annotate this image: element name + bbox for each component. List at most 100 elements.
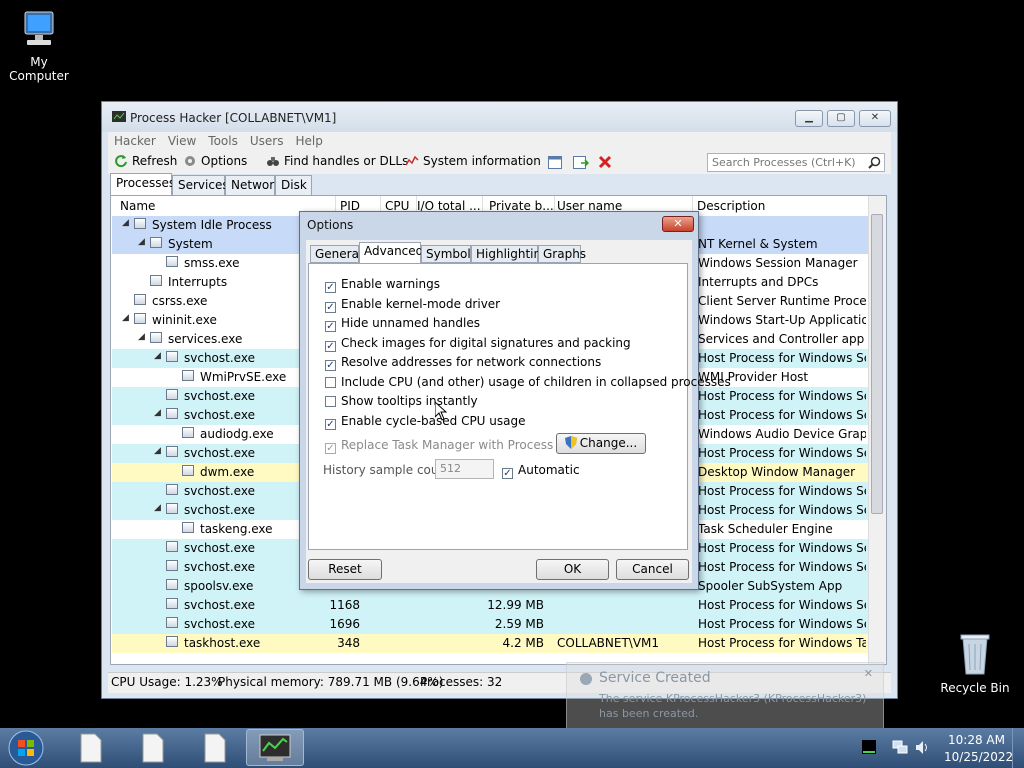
terminate-icon[interactable]	[598, 155, 612, 169]
process-icon	[166, 541, 178, 552]
process-name: svchost.exe	[184, 598, 255, 612]
process-name: taskhost.exe	[184, 636, 261, 650]
automatic-checkbox[interactable]: ✓ Automatic	[502, 463, 580, 479]
option-checkbox[interactable]: Include CPU (and other) usage of childre…	[325, 375, 731, 389]
maximize-button[interactable]: ▢	[827, 110, 855, 127]
dialog-tab-symbols[interactable]: Symbols	[421, 245, 477, 263]
refresh-icon	[115, 155, 127, 168]
desktop-icon-my-computer[interactable]: My Computer	[0, 10, 78, 83]
process-icon	[166, 503, 178, 514]
options-button[interactable]: Options	[183, 154, 247, 168]
service-created-notification[interactable]: Service Created ✕ The service KProcessHa…	[566, 662, 884, 730]
expand-arrow-icon[interactable]: ◢	[154, 351, 161, 361]
process-name: System Idle Process	[152, 218, 272, 232]
menu-tools[interactable]: Tools	[202, 132, 244, 150]
process-icon	[166, 617, 178, 628]
dialog-tab-graphs[interactable]: Graphs	[538, 245, 586, 263]
options-dialog: Options ✕ General Advanced Symbols Highl…	[299, 211, 731, 590]
menu-hacker[interactable]: Hacker	[108, 132, 162, 150]
window-titlebar[interactable]: Process Hacker [COLLABNET\VM1] ▁ ▢ ✕	[102, 102, 897, 132]
dialog-tab-highlighting[interactable]: Highlighting	[471, 245, 549, 263]
window-go-icon[interactable]	[573, 156, 589, 169]
refresh-button[interactable]: Refresh	[114, 154, 177, 168]
change-button[interactable]: Change...	[556, 433, 646, 454]
expand-arrow-icon[interactable]: ◢	[154, 503, 161, 513]
option-checkbox[interactable]: ✓ Enable cycle-based CPU usage	[325, 414, 526, 430]
clock-date[interactable]: 10/25/2022	[944, 750, 1013, 764]
vertical-scrollbar[interactable]	[868, 196, 886, 664]
minimize-button[interactable]: ▁	[795, 110, 823, 127]
history-sample-count-input[interactable]: 512	[435, 459, 494, 479]
menu-users[interactable]: Users	[244, 132, 290, 150]
network-icon[interactable]	[892, 740, 908, 755]
option-checkbox[interactable]: ✓ Check images for digital signatures and…	[325, 336, 631, 352]
option-checkbox[interactable]: ✓ Enable warnings	[325, 277, 440, 293]
status-cpu-usage: CPU Usage: 1.23%	[111, 675, 223, 689]
menu-view[interactable]: View	[162, 132, 202, 150]
desktop-icon-label: My Computer	[9, 55, 69, 83]
option-checkbox[interactable]: ✓ Enable kernel-mode driver	[325, 297, 500, 313]
process-description: Task Scheduler Engine	[698, 522, 833, 536]
process-icon	[150, 237, 162, 248]
taskbar-document-icon[interactable]	[74, 732, 106, 764]
expand-arrow-icon[interactable]: ◢	[122, 218, 129, 228]
table-row[interactable]: svchost.exe 1168 12.99 MB Host Process for …	[112, 596, 869, 615]
process-name: WmiPrvSE.exe	[200, 370, 287, 384]
dialog-close-button[interactable]: ✕	[662, 216, 694, 232]
expand-arrow-icon[interactable]: ◢	[138, 332, 145, 342]
taskbar-process-hacker-button[interactable]	[246, 729, 304, 766]
tab-network[interactable]: Network	[225, 175, 281, 195]
process-name: svchost.exe	[184, 503, 255, 517]
expand-arrow-icon[interactable]: ◢	[122, 313, 129, 323]
find-handles-button[interactable]: Find handles or DLLs	[266, 154, 408, 168]
scroll-thumb[interactable]	[871, 214, 883, 514]
process-description: Desktop Window Manager	[698, 465, 856, 479]
tray-process-hacker-icon[interactable]	[862, 740, 876, 754]
expand-arrow-icon[interactable]: ◢	[154, 446, 161, 456]
table-row[interactable]: taskhost.exe 348 4.2 MB COLLABNET\VM1 Host P…	[112, 634, 869, 653]
tab-processes[interactable]: Processes	[110, 173, 175, 195]
status-process-count: Processes: 32	[420, 675, 503, 689]
cancel-button[interactable]: Cancel	[616, 559, 689, 580]
option-checkbox[interactable]: ✓ Resolve addresses for network connectio…	[325, 355, 601, 371]
toolbar: Refresh Options Find handles or DLLs Sys…	[108, 152, 891, 174]
mouse-cursor-icon	[435, 402, 447, 421]
tab-services[interactable]: Services	[172, 175, 229, 195]
volume-icon[interactable]	[915, 740, 931, 755]
show-desktop-button[interactable]	[1012, 728, 1024, 768]
taskbar-document-icon[interactable]	[198, 732, 230, 764]
table-row[interactable]: svchost.exe 1696 2.59 MB Host Process for W…	[112, 615, 869, 634]
reset-button[interactable]: Reset	[308, 559, 382, 580]
desktop-icon-recycle-bin[interactable]: Recycle Bin	[938, 630, 1012, 695]
process-name: wininit.exe	[152, 313, 217, 327]
process-name: svchost.exe	[184, 351, 255, 365]
ok-button[interactable]: OK	[536, 559, 609, 580]
menu-help[interactable]: Help	[289, 132, 328, 150]
process-description: Windows Start-Up Application	[698, 313, 866, 327]
system-information-button[interactable]: System information	[405, 154, 541, 168]
graph-icon	[405, 155, 419, 166]
process-icon	[166, 484, 178, 495]
process-icon	[166, 579, 178, 590]
clock-time[interactable]: 10:28 AM	[948, 733, 1005, 747]
option-checkbox[interactable]: Show tooltips instantly	[325, 394, 478, 408]
notification-close-icon[interactable]: ✕	[864, 667, 873, 680]
process-description: Host Process for Windows Ser...	[698, 560, 866, 574]
column-header-description[interactable]: Description	[693, 196, 869, 214]
search-processes-input[interactable]: Search Processes (Ctrl+K)	[707, 153, 885, 172]
computer-icon	[24, 11, 54, 45]
process-description: Host Process for Windows Tas...	[698, 636, 866, 650]
close-window-button[interactable]: ✕	[859, 110, 891, 127]
expand-arrow-icon[interactable]: ◢	[138, 237, 145, 247]
dialog-tab-advanced[interactable]: Advanced	[359, 242, 423, 264]
dialog-tab-general[interactable]: General	[310, 245, 362, 263]
window-icon[interactable]	[548, 156, 562, 169]
taskbar-document-icon[interactable]	[136, 732, 168, 764]
process-name: svchost.exe	[184, 446, 255, 460]
search-icon[interactable]	[868, 156, 881, 169]
tab-disk[interactable]: Disk	[275, 175, 312, 195]
option-checkbox[interactable]: ✓ Hide unnamed handles	[325, 316, 480, 332]
checkbox-box: ✓	[325, 321, 336, 332]
expand-arrow-icon[interactable]: ◢	[154, 408, 161, 418]
start-button-windows-icon[interactable]	[6, 729, 46, 767]
